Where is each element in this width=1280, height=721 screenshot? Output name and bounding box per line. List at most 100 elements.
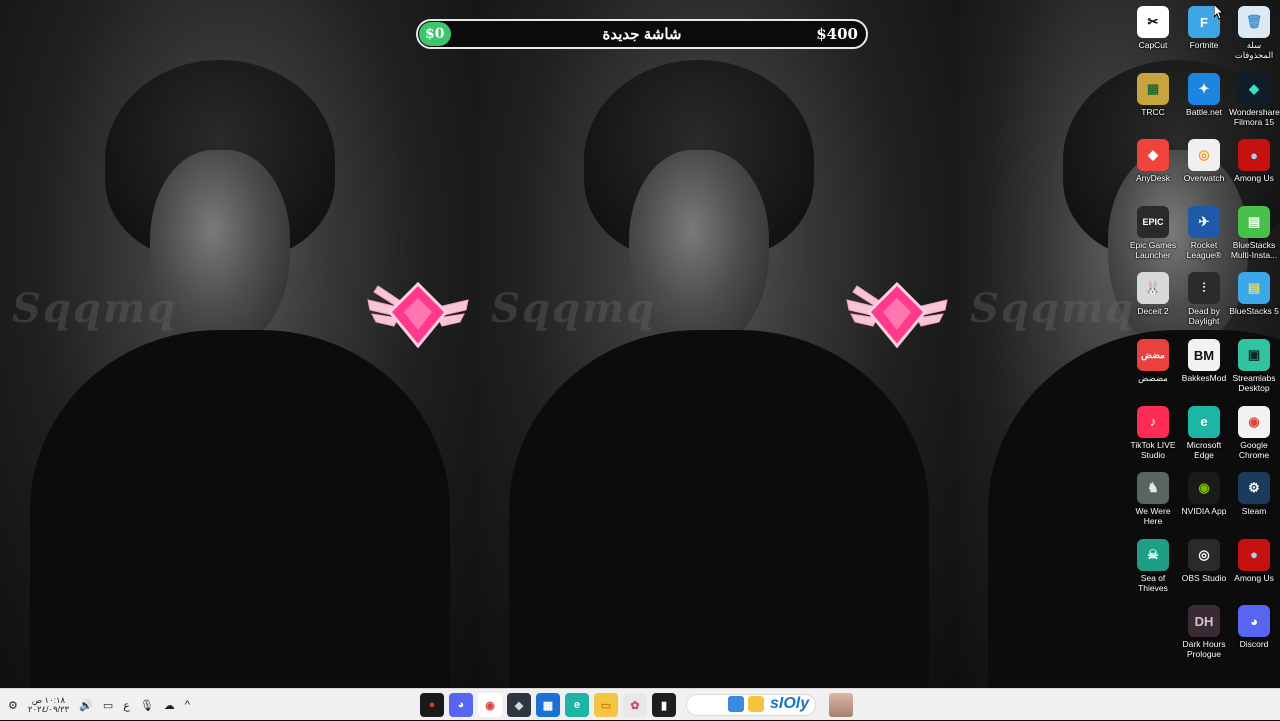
discord-icon: ◕ bbox=[1238, 605, 1270, 638]
taskbar-pinned-apps: ● ◕ ◉ ◆ ▦ e ▭ ✿ ▮ bbox=[420, 693, 676, 717]
bluestacks-icon: ▤ bbox=[1238, 272, 1270, 305]
desktop-icon[interactable]: ⚙ Steam bbox=[1229, 468, 1279, 516]
desktop-icon-label: Fortnite bbox=[1189, 40, 1219, 50]
tiktok-live-icon: ♪ bbox=[1137, 405, 1169, 438]
system-tray: ⚙ ١٠:١٨ ص ٢٠٢٤/٠٩/٢٣ 🔊 ▭ ع 🎙 ☁ ^ bbox=[8, 689, 190, 721]
desktop-icon[interactable]: ✈ Rocket League® bbox=[1179, 202, 1229, 260]
epic-games-icon: EPIC bbox=[1137, 205, 1169, 238]
desktop-icon[interactable]: ◎ Overwatch bbox=[1179, 135, 1229, 183]
desktop-icon-label: Rocket League® bbox=[1186, 239, 1222, 260]
desktop-icon-label: Steam bbox=[1241, 506, 1267, 517]
folder-widget-icon[interactable] bbox=[748, 696, 764, 712]
edge-icon: e bbox=[1188, 405, 1220, 438]
donation-goal-bar: $0 شاشة جديدة $400 bbox=[416, 19, 868, 49]
microphone-icon[interactable]: 🎙 bbox=[140, 699, 154, 712]
edge-taskbar-icon[interactable]: e bbox=[565, 693, 589, 717]
desktop-icon[interactable]: ▣ Streamlabs Desktop bbox=[1229, 335, 1279, 393]
rocket-league-icon: ✈ bbox=[1188, 205, 1220, 238]
desktop-icon-label: BlueStacks 5 bbox=[1229, 306, 1279, 317]
language-indicator[interactable]: ع bbox=[123, 699, 130, 712]
desktop-icon-label: Streamlabs Desktop bbox=[1232, 373, 1276, 393]
file-explorer-icon[interactable]: ▭ bbox=[594, 693, 618, 717]
clock-date: ٢٠٢٤/٠٩/٢٣ bbox=[27, 704, 70, 714]
desktop-icon[interactable]: ♪ TikTok LIVE Studio bbox=[1128, 402, 1178, 460]
desktop-icon[interactable]: e Microsoft Edge bbox=[1179, 402, 1229, 460]
wallpaper-watermark: Sqqmq bbox=[970, 285, 1136, 332]
desktop-icon[interactable]: ⫶ Dead by Daylight bbox=[1179, 268, 1229, 326]
goal-title: شاشة جديدة bbox=[602, 26, 682, 43]
desktop-icon[interactable]: ◕ Discord bbox=[1229, 601, 1279, 649]
desktop-icon[interactable]: ◎ OBS Studio bbox=[1179, 535, 1229, 583]
settings-tray-icon[interactable]: ⚙ bbox=[8, 699, 18, 712]
taskbar-search-text: sIOly bbox=[770, 695, 810, 712]
terminal-icon[interactable]: ▮ bbox=[652, 693, 676, 717]
dark-hours-icon: DH bbox=[1188, 605, 1220, 638]
desktop-icon-label: AnyDesk bbox=[1135, 173, 1170, 184]
desktop-icon-label: سلة المحذوفات bbox=[1234, 40, 1274, 60]
discord-taskbar-icon[interactable]: ◕ bbox=[449, 693, 473, 717]
desktop-icon[interactable]: ◆ AnyDesk bbox=[1128, 135, 1178, 183]
desktop-icon-label: Among Us bbox=[1234, 173, 1274, 184]
desktop-icon-label: We Were Here bbox=[1135, 506, 1171, 527]
goal-target-amount: $400 bbox=[816, 25, 858, 43]
wallpaper-panel: Sqqmq bbox=[479, 0, 958, 688]
wallpaper-panel: Sqqmq bbox=[0, 0, 479, 688]
among-us-icon: ● bbox=[1238, 538, 1270, 571]
desktop-wallpaper: Sqqmq Sqqmq Sqqmq bbox=[0, 0, 1280, 688]
desktop-icon[interactable]: ● Among Us bbox=[1229, 135, 1279, 183]
chevron-up-icon[interactable]: ^ bbox=[185, 699, 190, 711]
desktop-icon[interactable]: ✦ Battle.net bbox=[1179, 69, 1229, 117]
desktop-icon[interactable]: DH Dark Hours Prologue bbox=[1179, 601, 1229, 659]
chrome-taskbar-icon[interactable]: ◉ bbox=[478, 693, 502, 717]
desktop-icon[interactable]: ▤ BlueStacks Multi-Insta... bbox=[1229, 202, 1279, 260]
widget-icon[interactable] bbox=[728, 696, 744, 712]
cloud-sync-icon[interactable]: ☁ bbox=[164, 699, 175, 712]
desktop-icon[interactable]: ▦ TRCC bbox=[1128, 69, 1178, 117]
desktop-icon[interactable]: EPIC Epic Games Launcher bbox=[1128, 202, 1178, 260]
desktop-icon[interactable]: ▤ BlueStacks 5 bbox=[1229, 268, 1279, 316]
recycle-bin-icon: 🗑 bbox=[1238, 6, 1270, 38]
red-dot-app-icon[interactable]: ● bbox=[420, 693, 444, 717]
capcut-icon: ✂ bbox=[1137, 6, 1169, 38]
desktop-icon[interactable]: 🗑 سلة المحذوفات bbox=[1229, 2, 1279, 60]
steam-icon: ⚙ bbox=[1238, 472, 1270, 505]
desktop-icon[interactable]: 🐰 Deceit 2 bbox=[1128, 268, 1178, 316]
volume-icon[interactable]: 🔊 bbox=[79, 699, 93, 712]
desktop-icon-label: مضضض bbox=[1138, 373, 1168, 383]
trcc-icon: ▦ bbox=[1137, 72, 1169, 105]
mouse-cursor-icon bbox=[1214, 4, 1224, 20]
desktop-icon[interactable]: ✂ CapCut bbox=[1128, 2, 1178, 50]
desktop-icon[interactable]: BM BakkesMod bbox=[1179, 335, 1229, 383]
desktop-icon-label: Wondershare Filmora 15 bbox=[1229, 106, 1280, 127]
dead-by-daylight-icon: ⫶ bbox=[1188, 272, 1220, 305]
battle-net-icon: ✦ bbox=[1188, 72, 1220, 105]
desktop-icon[interactable]: ☠ Sea of Thieves bbox=[1128, 535, 1178, 593]
network-icon[interactable]: ▭ bbox=[103, 699, 113, 712]
desktop-icon[interactable]: ◉ Google Chrome bbox=[1229, 402, 1279, 460]
wallpaper-body bbox=[509, 330, 929, 688]
bluestacks-multi-icon: ▤ bbox=[1238, 205, 1270, 238]
cube-app-icon[interactable]: ◆ bbox=[507, 693, 531, 717]
photos-icon[interactable]: ✿ bbox=[623, 693, 647, 717]
desktop-icon-label: Google Chrome bbox=[1238, 439, 1270, 460]
desktop-icon-label: CapCut bbox=[1138, 40, 1168, 50]
desktop-icon-label: TikTok LIVE Studio bbox=[1130, 439, 1176, 460]
desktop-icon[interactable]: ● Among Us bbox=[1229, 535, 1279, 583]
desktop-icon-label: BakkesMod bbox=[1181, 373, 1227, 383]
desktop-icon-label: OBS Studio bbox=[1181, 572, 1227, 583]
rank-badge-icon bbox=[846, 281, 948, 349]
chrome-icon: ◉ bbox=[1238, 405, 1270, 438]
clock[interactable]: ١٠:١٨ ص ٢٠٢٤/٠٩/٢٣ bbox=[28, 696, 69, 714]
overwatch-icon: ◎ bbox=[1188, 139, 1220, 172]
desktop-icon[interactable]: ◉ NVIDIA App bbox=[1179, 468, 1229, 516]
desktop-icon-label: Dark Hours Prologue bbox=[1182, 639, 1226, 660]
deceit-icon: 🐰 bbox=[1137, 272, 1169, 305]
desktop-icon[interactable]: ♞ We Were Here bbox=[1128, 468, 1178, 526]
we-were-here-icon: ♞ bbox=[1137, 472, 1169, 505]
desktop-icon-label: Dead by Daylight bbox=[1188, 306, 1220, 327]
desktop-icon[interactable]: مضض مضضض bbox=[1128, 335, 1178, 383]
desktop-icon[interactable]: ◆ Wondershare Filmora 15 bbox=[1229, 69, 1280, 127]
streamlabs-icon: ▣ bbox=[1238, 339, 1270, 371]
store-icon[interactable]: ▦ bbox=[536, 693, 560, 717]
user-avatar[interactable] bbox=[829, 693, 853, 717]
